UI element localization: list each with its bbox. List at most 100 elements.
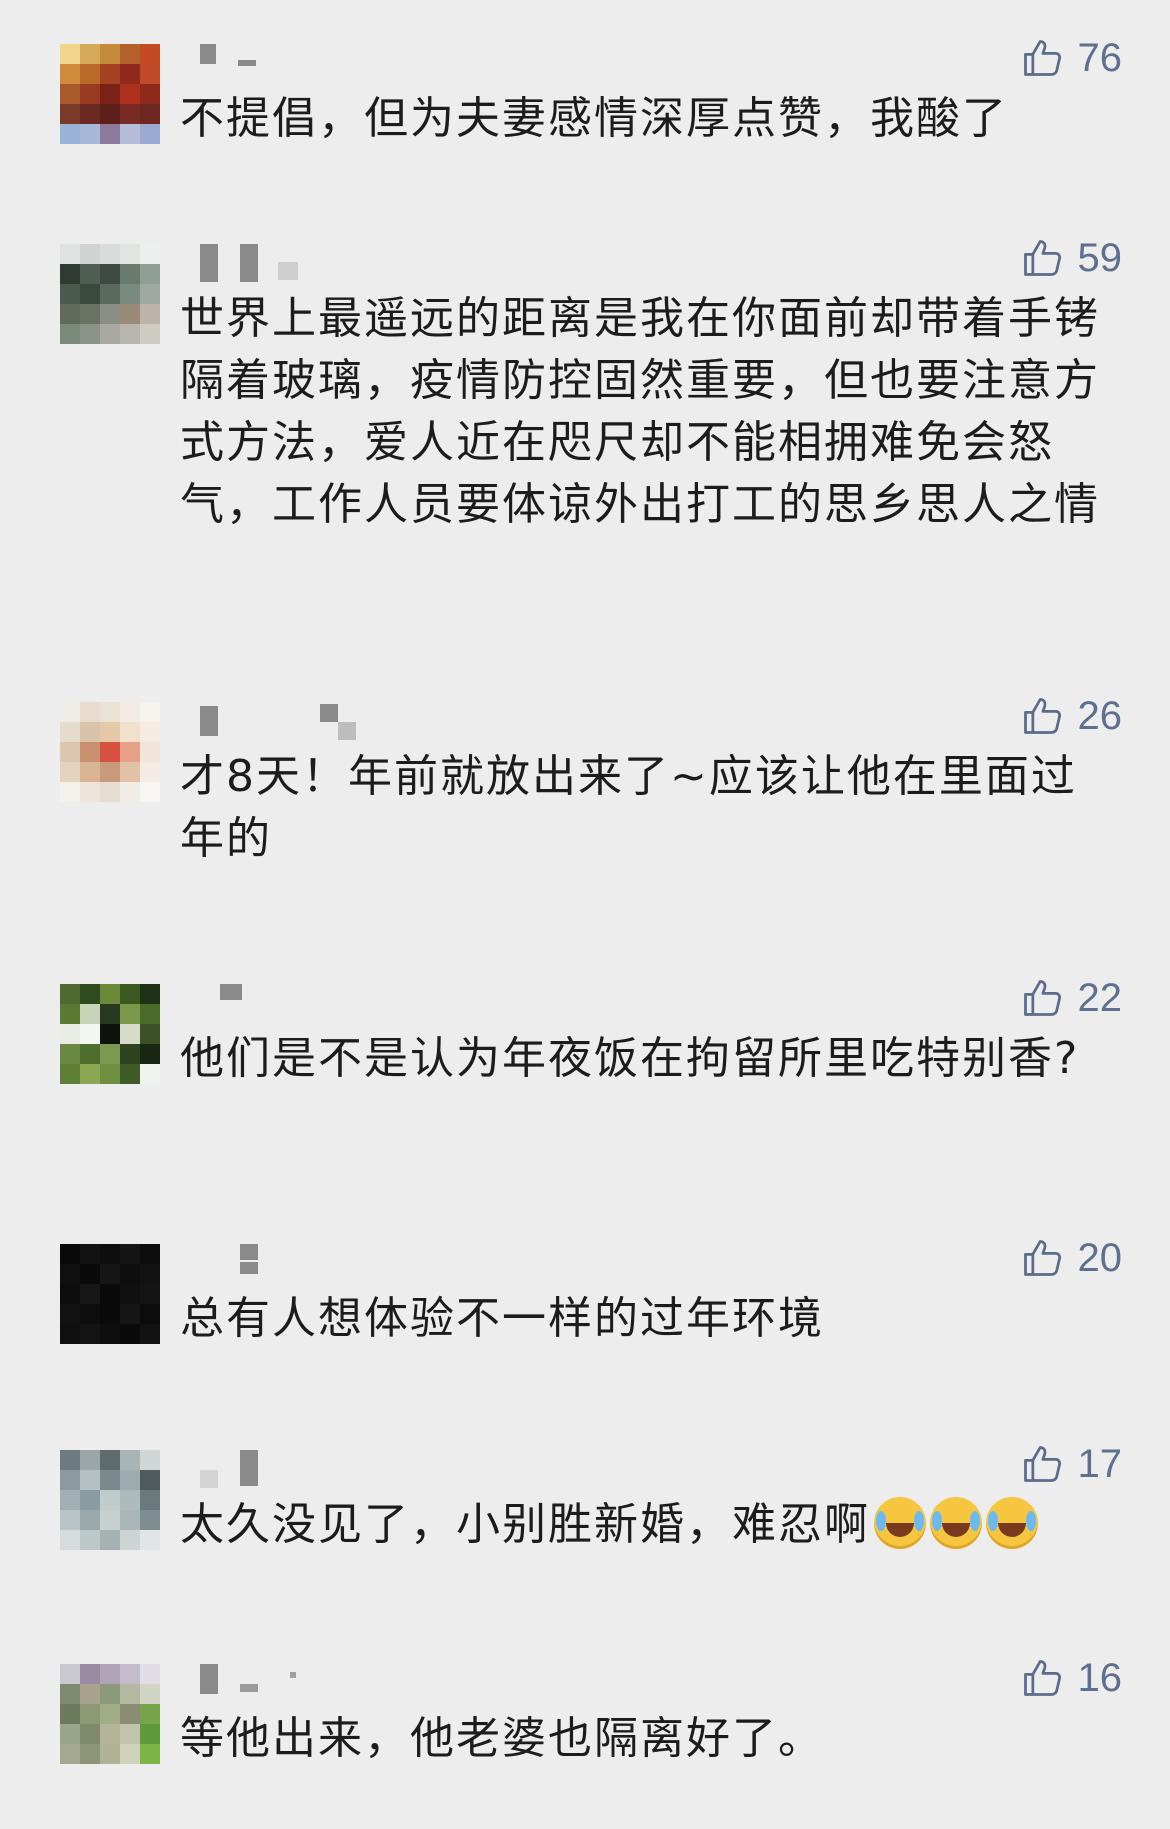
- avatar-pixel: [80, 1724, 100, 1744]
- avatar-pixel: [140, 1450, 160, 1470]
- avatar[interactable]: [60, 702, 160, 802]
- avatar-pixel: [140, 742, 160, 762]
- avatar-pixel: [60, 1264, 80, 1284]
- avatar-pixel: [120, 1264, 140, 1284]
- avatar-pixel: [80, 244, 100, 264]
- avatar-pixel: [80, 1304, 100, 1324]
- avatar-pixel: [140, 762, 160, 782]
- avatar-pixel: [80, 1044, 100, 1064]
- avatar-pixel: [120, 124, 140, 144]
- avatar-pixel: [100, 1684, 120, 1704]
- avatar-pixel: [140, 264, 160, 284]
- avatar-pixel: [80, 1064, 100, 1084]
- comments-screen: { "comments": [ { "likes": "76", "text":…: [0, 0, 1170, 1829]
- avatar-pixel: [80, 782, 100, 802]
- like-count: 26: [1077, 693, 1123, 738]
- avatar-pixel: [120, 1684, 140, 1704]
- laughing-crying-emoji-icon: [986, 1497, 1038, 1549]
- avatar-pixel: [140, 1510, 160, 1530]
- comment-text: 太久没见了，小别胜新婚，难忍啊: [180, 1494, 1100, 1556]
- avatar-pixel: [140, 244, 160, 264]
- avatar-pixel: [60, 44, 80, 64]
- avatar-pixel: [140, 1244, 160, 1264]
- avatar-pixel: [140, 1744, 160, 1764]
- avatar-pixel: [120, 782, 140, 802]
- avatar[interactable]: [60, 44, 160, 144]
- avatar[interactable]: [60, 244, 160, 344]
- avatar-pixel: [100, 1704, 120, 1724]
- comment-text: 总有人想体验不一样的过年环境: [180, 1293, 824, 1344]
- like-button[interactable]: 76: [1020, 32, 1122, 84]
- avatar-pixel: [100, 84, 120, 104]
- avatar-pixel: [60, 1064, 80, 1084]
- avatar-pixel: [100, 1244, 120, 1264]
- like-button[interactable]: 20: [1020, 1232, 1123, 1284]
- avatar-pixel: [140, 1024, 160, 1044]
- avatar-pixel: [60, 1324, 80, 1344]
- avatar-pixel: [80, 1664, 100, 1684]
- avatar-pixel: [60, 1244, 80, 1264]
- avatar-pixel: [60, 304, 80, 324]
- avatar-pixel: [80, 1450, 100, 1470]
- avatar-pixel: [120, 304, 140, 324]
- avatar[interactable]: [60, 1664, 160, 1764]
- avatar-pixel: [140, 984, 160, 1004]
- avatar-pixel: [100, 1024, 120, 1044]
- avatar-pixel: [80, 264, 100, 284]
- avatar-pixel: [120, 1490, 140, 1510]
- avatar-pixel: [140, 44, 160, 64]
- avatar-pixel: [140, 104, 160, 124]
- avatar-pixel: [120, 1044, 140, 1064]
- like-button[interactable]: 22: [1020, 972, 1122, 1024]
- avatar-pixel: [80, 1470, 100, 1490]
- avatar-pixel: [100, 1004, 120, 1024]
- avatar[interactable]: [60, 1450, 160, 1550]
- avatar-pixel: [140, 1284, 160, 1304]
- like-button[interactable]: 59: [1020, 232, 1122, 284]
- avatar-pixel: [120, 1530, 140, 1550]
- laughing-crying-emoji-icon: [930, 1497, 982, 1549]
- avatar-pixel: [60, 1724, 80, 1744]
- avatar-pixel: [140, 324, 160, 344]
- avatar-pixel: [100, 702, 120, 722]
- avatar-pixel: [120, 1244, 140, 1264]
- avatar-pixel: [80, 304, 100, 324]
- avatar-pixel: [100, 44, 120, 64]
- avatar-pixel: [120, 1470, 140, 1490]
- avatar-pixel: [100, 1284, 120, 1304]
- avatar-pixel: [60, 1304, 80, 1324]
- avatar-pixel: [60, 84, 80, 104]
- like-button[interactable]: 26: [1020, 690, 1123, 742]
- comment-text: 不提倡，但为夫妻感情深厚点赞，我酸了: [180, 93, 1008, 144]
- avatar-pixel: [100, 1044, 120, 1064]
- avatar-pixel: [80, 984, 100, 1004]
- laughing-crying-emoji-icon: [874, 1497, 926, 1549]
- avatar-pixel: [120, 722, 140, 742]
- avatar-pixel: [140, 1664, 160, 1684]
- thumbs-up-icon: [1020, 976, 1064, 1020]
- avatar-pixel: [60, 124, 80, 144]
- avatar-pixel: [80, 284, 100, 304]
- avatar-pixel: [120, 104, 140, 124]
- avatar-pixel: [60, 702, 80, 722]
- avatar-pixel: [140, 1324, 160, 1344]
- like-button[interactable]: 16: [1020, 1652, 1123, 1704]
- like-count: 16: [1077, 1655, 1123, 1700]
- avatar-pixel: [100, 64, 120, 84]
- avatar-pixel: [140, 782, 160, 802]
- avatar-pixel: [60, 1024, 80, 1044]
- avatar-pixel: [140, 124, 160, 144]
- avatar-pixel: [140, 1264, 160, 1284]
- avatar-pixel: [100, 284, 120, 304]
- avatar-pixel: [140, 304, 160, 324]
- avatar-pixel: [80, 1024, 100, 1044]
- avatar-pixel: [60, 244, 80, 264]
- avatar[interactable]: [60, 984, 160, 1084]
- avatar-pixel: [120, 1284, 140, 1304]
- avatar-pixel: [100, 304, 120, 324]
- like-count: 20: [1077, 1235, 1123, 1280]
- like-button[interactable]: 17: [1020, 1438, 1122, 1490]
- avatar-pixel: [80, 742, 100, 762]
- avatar[interactable]: [60, 1244, 160, 1344]
- thumbs-up-icon: [1020, 694, 1064, 738]
